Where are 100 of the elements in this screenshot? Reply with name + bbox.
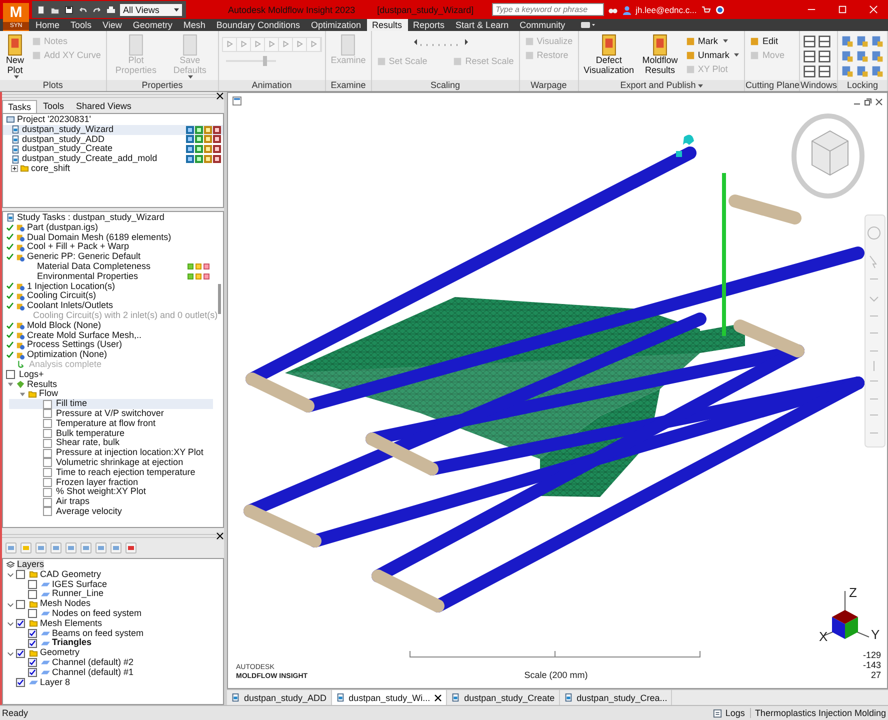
- layer-item[interactable]: IGES Surface: [3, 580, 223, 590]
- document-tab[interactable]: dustpan_study_Wi...: [332, 690, 448, 705]
- checkbox[interactable]: [43, 400, 52, 409]
- layer-item[interactable]: Channel (default) #2: [3, 658, 223, 668]
- ribbon-button[interactable]: Unmark: [684, 49, 742, 61]
- task-item[interactable]: Process Settings (User): [3, 340, 223, 350]
- checkbox[interactable]: [28, 628, 37, 638]
- task-item[interactable]: Generic PP: Generic Default: [3, 252, 223, 262]
- results-tree-node[interactable]: Results: [3, 380, 223, 390]
- layer-tool-icon[interactable]: [80, 542, 92, 554]
- layer-item[interactable]: Mesh Nodes: [3, 599, 223, 609]
- task-item[interactable]: Cool + Fill + Pack + Warp: [3, 242, 223, 252]
- task-detail[interactable]: Material Data Completeness: [3, 262, 223, 272]
- window-layout-icon[interactable]: [803, 50, 816, 63]
- view-selector[interactable]: All Views: [120, 4, 182, 16]
- camera-icon[interactable]: [580, 21, 595, 29]
- checkbox[interactable]: [43, 448, 52, 458]
- lock-icon[interactable]: [841, 35, 854, 48]
- close-icon[interactable]: [434, 694, 442, 702]
- result-item[interactable]: Pressure at injection location:XY Plot: [9, 448, 213, 458]
- checkbox[interactable]: [16, 570, 25, 580]
- window-layout-icon[interactable]: [818, 35, 832, 48]
- layer-tool-icon[interactable]: [110, 542, 122, 554]
- checkbox[interactable]: [28, 658, 37, 668]
- logs-button[interactable]: Logs: [708, 708, 750, 718]
- checkbox[interactable]: [28, 668, 37, 678]
- expand-arrow-icon[interactable]: [7, 380, 14, 388]
- task-item[interactable]: Mold Block (None): [3, 320, 223, 331]
- ribbon-button[interactable]: Moldflow Results: [639, 33, 681, 76]
- window-layout-icon[interactable]: [818, 50, 832, 63]
- panel-tab[interactable]: Tasks: [2, 100, 38, 113]
- layer-tool-icon[interactable]: [125, 542, 137, 554]
- result-item[interactable]: Frozen layer fraction: [9, 478, 213, 488]
- checkbox[interactable]: [43, 488, 52, 497]
- project-item[interactable]: dustpan_study_Wizard: [3, 124, 223, 135]
- ribbon-button[interactable]: New Plot: [3, 33, 27, 80]
- checkbox[interactable]: [43, 507, 52, 516]
- lock-icon[interactable]: [871, 50, 884, 63]
- result-item[interactable]: Pressure at V/P switchover: [9, 408, 213, 419]
- layer-item[interactable]: Channel (default) #1: [3, 668, 223, 678]
- maximize-icon[interactable]: [838, 5, 847, 14]
- ribbon-button[interactable]: Mark: [684, 35, 742, 47]
- checkbox[interactable]: [28, 580, 37, 589]
- folder-icon[interactable]: [50, 4, 60, 14]
- redo-icon[interactable]: [92, 4, 102, 14]
- new-document-icon[interactable]: [36, 4, 46, 14]
- ribbon-button[interactable]: Edit: [748, 35, 786, 47]
- project-label[interactable]: Project '20230831': [17, 115, 91, 125]
- ribbon-tab[interactable]: Boundary Conditions: [210, 19, 306, 31]
- expand-icon[interactable]: [11, 165, 18, 172]
- logs-item[interactable]: Logs+: [3, 370, 223, 380]
- lock-icon[interactable]: [856, 35, 869, 48]
- layer-item[interactable]: Nodes on feed system: [3, 608, 223, 619]
- ribbon-tab[interactable]: Tools: [65, 19, 98, 31]
- task-item[interactable]: Coolant Inlets/Outlets: [3, 301, 223, 311]
- ribbon-tab[interactable]: View: [97, 19, 128, 31]
- lock-icon[interactable]: [856, 65, 869, 78]
- result-item[interactable]: Bulk temperature: [9, 428, 213, 438]
- layer-item[interactable]: Layer 8: [3, 678, 223, 688]
- caret-icon[interactable]: [698, 84, 703, 88]
- task-item[interactable]: Optimization (None): [3, 350, 223, 360]
- ribbon-tab[interactable]: Geometry: [127, 19, 178, 31]
- ribbon-tab[interactable]: Mesh: [178, 19, 211, 31]
- checkbox[interactable]: [16, 648, 25, 658]
- layer-tool-icon[interactable]: [50, 542, 62, 554]
- result-item[interactable]: Fill time: [9, 399, 213, 409]
- checkbox[interactable]: [43, 419, 52, 428]
- lock-icon[interactable]: [871, 35, 884, 48]
- project-item[interactable]: dustpan_study_ADD: [3, 134, 223, 144]
- task-item[interactable]: 1 Injection Location(s): [3, 282, 223, 292]
- task-item[interactable]: Dual Domain Mesh (6189 elements): [3, 232, 223, 242]
- window-layout-icon[interactable]: [818, 65, 832, 78]
- checkbox[interactable]: [43, 498, 52, 506]
- layer-item[interactable]: Mesh Elements: [3, 618, 223, 629]
- lock-icon[interactable]: [841, 65, 854, 78]
- layer-item[interactable]: Triangles: [3, 638, 223, 648]
- view-cube-drawing[interactable]: [792, 114, 864, 198]
- task-detail[interactable]: Environmental Properties: [3, 272, 223, 282]
- window-layout-icon[interactable]: [803, 65, 816, 78]
- checkbox[interactable]: [16, 678, 25, 687]
- results-tree-node[interactable]: Flow: [3, 389, 223, 400]
- task-item[interactable]: Part (dustpan.igs): [3, 222, 223, 233]
- scrollbar[interactable]: [218, 284, 221, 314]
- expand-arrow-icon[interactable]: [19, 390, 26, 398]
- layer-tool-icon[interactable]: [35, 542, 47, 554]
- panel-tab[interactable]: Shared Views: [70, 99, 138, 113]
- result-item[interactable]: Average velocity: [9, 506, 213, 517]
- checkbox[interactable]: [16, 619, 25, 628]
- result-item[interactable]: Volumetric shrinkage at ejection: [9, 458, 213, 468]
- lock-icon[interactable]: [871, 65, 884, 78]
- user-account[interactable]: jh.lee@ednc.c...: [636, 4, 697, 14]
- project-item[interactable]: dustpan_study_Create: [3, 144, 223, 154]
- result-item[interactable]: Shear rate, bulk: [9, 438, 213, 448]
- ribbon-tab[interactable]: Community: [514, 19, 571, 31]
- layer-item[interactable]: Geometry: [3, 648, 223, 658]
- result-item[interactable]: Temperature at flow front: [9, 418, 213, 429]
- result-item[interactable]: Time to reach ejection temperature: [9, 468, 213, 478]
- ribbon-tab[interactable]: Start & Learn: [450, 19, 514, 31]
- layer-item[interactable]: Runner_Line: [3, 589, 223, 600]
- user-icon[interactable]: [622, 4, 632, 14]
